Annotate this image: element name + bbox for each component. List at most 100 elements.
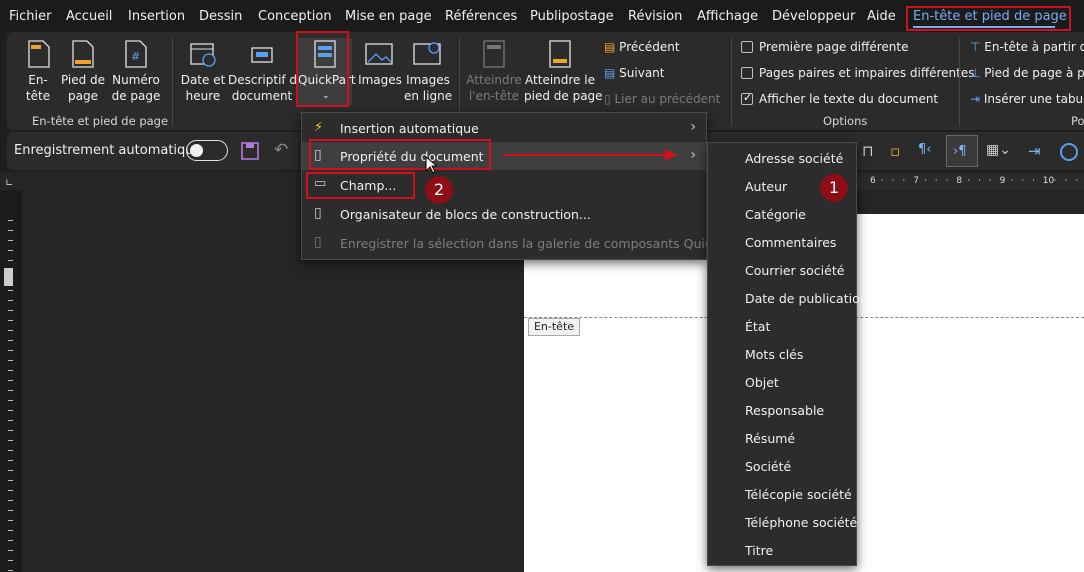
inserer-tabulation[interactable]: ⇥ Insérer une tabula bbox=[970, 92, 1084, 106]
ruler-tick bbox=[8, 500, 13, 501]
paires-impaires-checkbox[interactable] bbox=[741, 67, 753, 79]
premiere-page-checkbox[interactable] bbox=[741, 41, 753, 53]
ruler-tick: 9 bbox=[999, 176, 1006, 186]
highlight-box-quickpart bbox=[296, 31, 349, 107]
atteindre-entete-button[interactable]: Atteindre l'en-tête bbox=[466, 38, 522, 106]
atteindre-pied-button[interactable]: Atteindre le pied de page bbox=[524, 38, 603, 106]
insertion-automatique-item[interactable]: ⚡ Insertion automatique › bbox=[302, 114, 706, 142]
ruler-tick bbox=[8, 570, 13, 571]
ruler-tick bbox=[8, 450, 13, 451]
date-heure-button[interactable]: Date et heure bbox=[180, 38, 226, 106]
header-tag: En-tête bbox=[528, 318, 580, 336]
ruler-tick: · bbox=[978, 176, 981, 186]
ruler-tick bbox=[8, 470, 13, 471]
ruler-tick bbox=[8, 550, 13, 551]
tab-fichier[interactable]: Fichier bbox=[9, 9, 52, 24]
tab-accueil[interactable]: Accueil bbox=[66, 9, 112, 24]
submenu-item[interactable]: Adresse société bbox=[708, 144, 856, 172]
precedent-button[interactable]: ▤ Précédent bbox=[604, 40, 680, 54]
submenu-item[interactable]: Commentaires bbox=[708, 228, 856, 256]
protect-icon[interactable]: ▫ bbox=[890, 142, 900, 160]
submenu-item[interactable]: Résumé bbox=[708, 424, 856, 452]
descriptif-document-button[interactable]: Descriptif du document bbox=[228, 38, 305, 106]
submenu-item[interactable]: Objet bbox=[708, 368, 856, 396]
import-icon[interactable]: ⇥ bbox=[1028, 142, 1041, 160]
submenu-item[interactable]: Société bbox=[708, 452, 856, 480]
ruler-tick bbox=[8, 310, 13, 311]
layout-icon[interactable]: ▦⌄ bbox=[986, 142, 1011, 158]
premiere-page-label: Première page différente bbox=[759, 40, 909, 54]
undo-icon[interactable]: ↶ bbox=[274, 140, 288, 160]
tab-mise-en-page[interactable]: Mise en page bbox=[345, 9, 432, 24]
page-number-icon: # bbox=[125, 40, 147, 68]
tab-developpeur[interactable]: Développeur bbox=[772, 9, 855, 24]
rtl-paragraph-icon[interactable]: ¶‹ bbox=[918, 142, 931, 157]
document-info-icon bbox=[251, 47, 273, 63]
ruler-tick bbox=[8, 540, 13, 541]
ruler-tick bbox=[8, 300, 13, 301]
autotext-icon: ⚡ bbox=[314, 120, 324, 135]
submenu-item[interactable]: Téléphone société bbox=[708, 508, 857, 536]
ribbon-separator bbox=[959, 38, 960, 126]
tab-align-icon: ⇥ bbox=[970, 92, 981, 106]
numero-de-page-button[interactable]: # Numéro de page bbox=[108, 38, 164, 106]
submenu-item[interactable]: État bbox=[708, 312, 856, 340]
tab-stop-icon[interactable]: ∟ bbox=[5, 178, 13, 189]
pied-de-page-button[interactable]: Pied de page bbox=[60, 38, 106, 106]
submenu-item[interactable]: Mots clés bbox=[708, 340, 856, 368]
organisateur-blocs-item[interactable]: ▯ Organisateur de blocs de construction.… bbox=[302, 200, 706, 228]
ruler-marker[interactable] bbox=[4, 268, 13, 286]
ruler-tick: · bbox=[891, 176, 895, 186]
ruler-tick bbox=[8, 240, 13, 241]
autosave-toggle[interactable] bbox=[186, 140, 228, 161]
highlight-box-tab bbox=[906, 6, 1071, 31]
ruler-tick: 10 bbox=[1042, 176, 1055, 186]
tab-publipostage[interactable]: Publipostage bbox=[530, 9, 614, 24]
enregistrer-selection-item[interactable]: ▯ Enregistrer la sélection dans la galer… bbox=[302, 229, 756, 257]
ruler-tick bbox=[8, 330, 13, 331]
ruler-tick bbox=[8, 360, 13, 361]
entete-partir-haut[interactable]: ⊤ En-tête à partir du bbox=[970, 40, 1084, 54]
tab-revision[interactable]: Révision bbox=[628, 9, 682, 24]
ruler-tick bbox=[8, 420, 13, 421]
ruler-tick bbox=[8, 430, 13, 431]
save-icon[interactable] bbox=[240, 141, 260, 161]
submenu-item[interactable]: Courrier société bbox=[708, 256, 856, 284]
tab-insertion[interactable]: Insertion bbox=[128, 9, 185, 24]
lock-icon[interactable]: ⊓ bbox=[862, 142, 874, 160]
images-en-ligne-button[interactable]: Images en ligne bbox=[404, 38, 452, 106]
highlight-box-propriete bbox=[309, 139, 491, 170]
building-blocks-icon: ▯ bbox=[314, 205, 322, 221]
horizontal-ruler: 6···7···8···9···10···11 bbox=[850, 174, 1084, 190]
tab-conception[interactable]: Conception bbox=[258, 9, 332, 24]
circle-icon[interactable] bbox=[1060, 143, 1078, 161]
entete-button[interactable]: En- tête bbox=[20, 38, 56, 106]
tab-affichage[interactable]: Affichage bbox=[697, 9, 758, 24]
tab-dessin[interactable]: Dessin bbox=[199, 9, 242, 24]
afficher-texte-label: Afficher le texte du document bbox=[759, 92, 939, 106]
pied-partir-bas[interactable]: ⊥ Pied de page à par bbox=[970, 66, 1084, 80]
ruler-tick: 6 bbox=[870, 176, 876, 186]
footer-page-icon bbox=[72, 40, 94, 68]
submenu-item[interactable]: Date de publication bbox=[708, 284, 868, 312]
lier-precedent-button[interactable]: ▯ Lier au précédent bbox=[604, 92, 720, 106]
chevron-right-icon: › bbox=[690, 147, 696, 163]
ltr-paragraph-button[interactable]: ›¶ bbox=[946, 135, 978, 167]
calendar-clock-icon bbox=[190, 43, 216, 67]
ruler-tick: · bbox=[1075, 176, 1079, 186]
ruler-tick bbox=[8, 520, 13, 521]
paires-impaires-label: Pages paires et impaires différentes bbox=[759, 66, 975, 80]
suivant-button[interactable]: ▤ Suivant bbox=[604, 66, 665, 80]
ruler-tick: · bbox=[988, 176, 992, 186]
submenu-item[interactable]: Catégorie bbox=[708, 200, 856, 228]
afficher-texte-checkbox[interactable] bbox=[741, 91, 753, 105]
submenu-item[interactable]: Télécopie société bbox=[708, 480, 856, 508]
online-image-icon bbox=[413, 42, 441, 65]
tab-aide[interactable]: Aide bbox=[867, 9, 896, 24]
link-icon: ▯ bbox=[604, 92, 611, 106]
submenu-item[interactable]: Titre bbox=[708, 536, 856, 564]
tab-references[interactable]: Références bbox=[445, 9, 517, 24]
ruler-tick bbox=[8, 530, 13, 531]
submenu-item[interactable]: Responsable bbox=[708, 396, 856, 424]
images-button[interactable]: Images bbox=[358, 38, 402, 106]
